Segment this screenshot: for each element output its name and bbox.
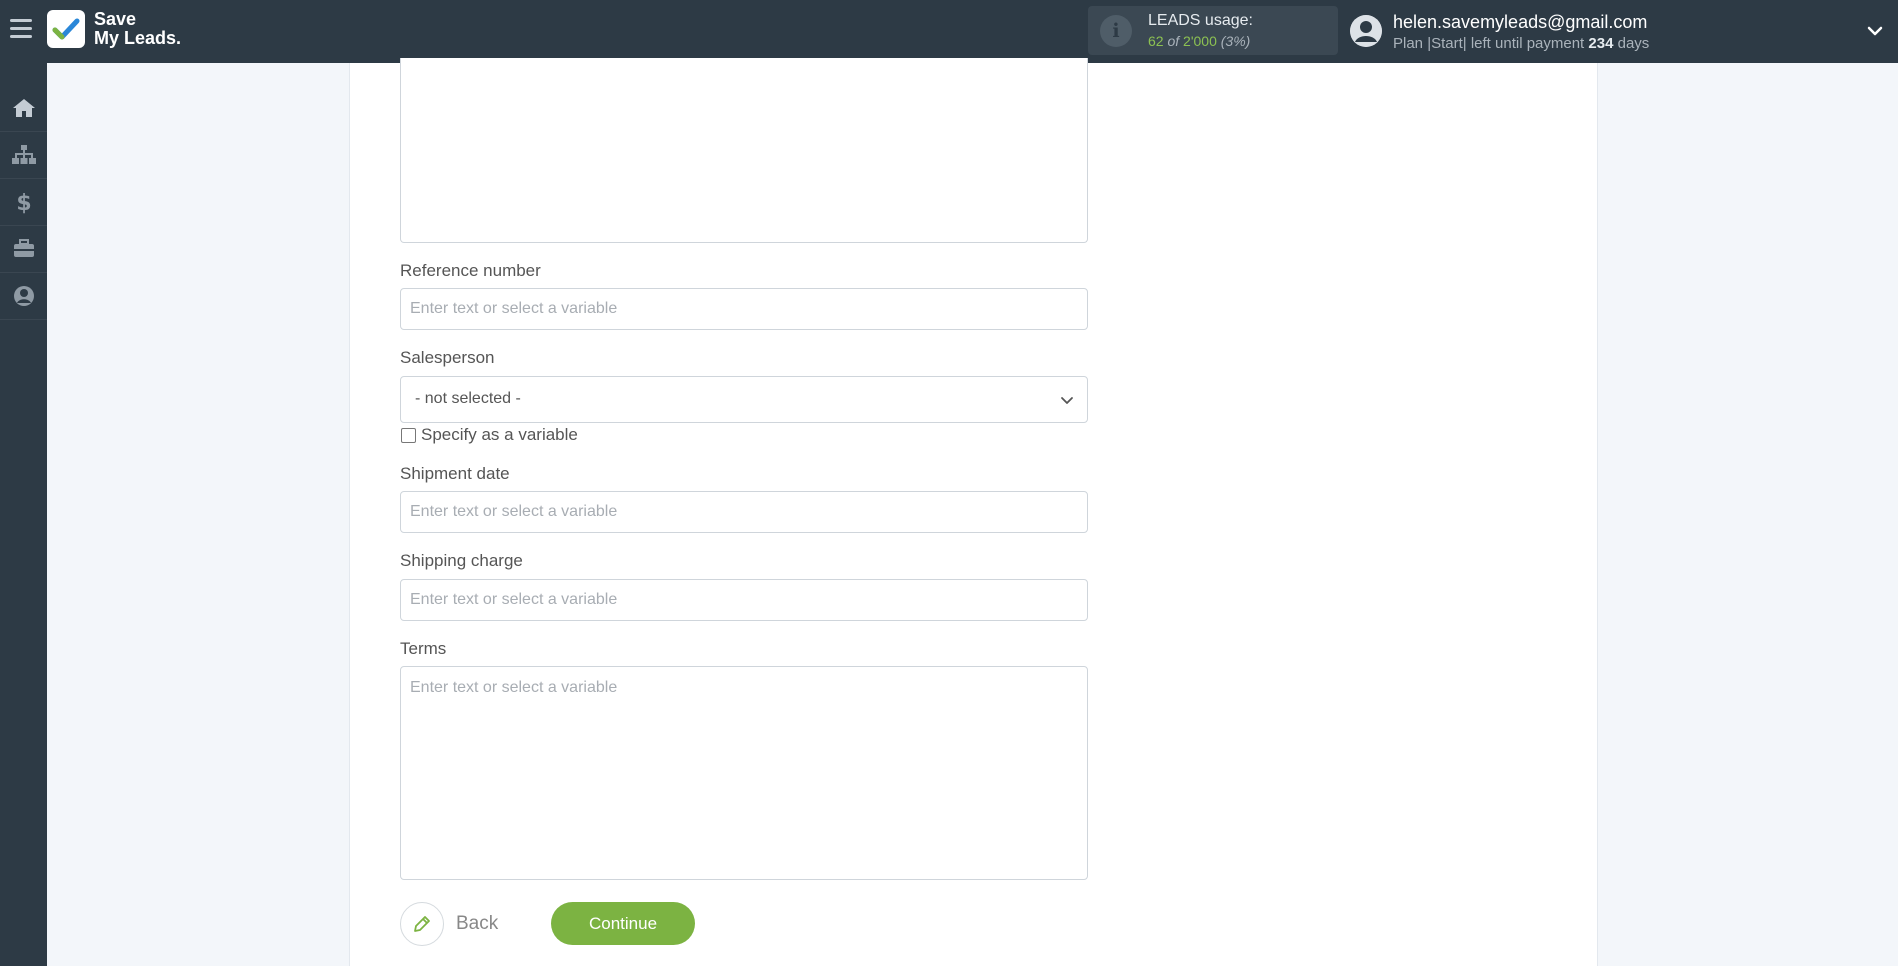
chevron-down-icon [1061,397,1073,404]
user-circle-icon [13,286,34,306]
sidebar-item-account[interactable] [0,273,47,320]
shipping-charge-input[interactable] [400,579,1088,621]
dollar-icon: $ [16,191,31,214]
sidebar-item-home[interactable] [0,85,47,132]
leads-usage-panel: i LEADS usage: 62 of 2'000 (3%) [1088,6,1338,55]
back-label: Back [456,913,499,934]
continue-button[interactable]: Continue [551,902,695,945]
user-plan: Plan |Start| left until payment 234 days [1393,35,1649,52]
usage-title: LEADS usage: [1148,12,1253,29]
sitemap-icon [11,145,36,164]
sidebar-item-tools[interactable] [0,226,47,273]
menu-icon[interactable] [10,19,32,41]
logo-text: Save My Leads. [94,10,181,48]
reference-number-input[interactable] [400,288,1088,330]
usage-of: of [1167,33,1180,49]
usage-percent: (3%) [1220,33,1251,49]
shipping-charge-label: Shipping charge [400,551,523,570]
terms-textarea[interactable] [400,666,1088,880]
briefcase-icon [13,239,34,257]
sidebar: $ [0,63,47,966]
shipment-date-input[interactable] [400,491,1088,533]
usage-limit: 2'000 [1183,33,1217,49]
specify-variable-label[interactable]: Specify as a variable [421,425,578,445]
sidebar-item-connections[interactable] [0,132,47,179]
salesperson-value: - not selected - [415,390,521,407]
pencil-icon [400,902,444,946]
home-icon [12,99,35,117]
user-email: helen.savemyleads@gmail.com [1393,12,1648,32]
logo-line-1: Save [94,9,137,29]
specify-variable-row: Specify as a variable [401,425,578,445]
reference-number-label: Reference number [400,261,541,280]
plan-days: 234 [1588,35,1614,52]
back-button[interactable]: Back [400,902,498,946]
shipment-date-label: Shipment date [400,464,510,483]
plan-days-suffix: days [1617,35,1650,52]
svg-text:$: $ [16,191,31,214]
logo-line-2: My Leads. [94,28,182,48]
usage-count: 62 of 2'000 (3%) [1148,33,1250,49]
plan-text: Plan |Start| left until payment [1393,35,1585,52]
specify-variable-checkbox[interactable] [401,427,416,443]
sidebar-item-billing[interactable]: $ [0,179,47,226]
terms-label: Terms [400,639,447,658]
info-icon: i [1100,15,1132,47]
avatar[interactable] [1350,15,1382,47]
salesperson-label: Salesperson [400,348,495,367]
top-bar: Save My Leads. i LEADS usage: 62 of 2'00… [0,0,1898,63]
logo-check-icon [47,10,85,48]
salesperson-select[interactable]: - not selected - [400,376,1088,423]
logo[interactable]: Save My Leads. [47,10,181,48]
chevron-down-icon[interactable] [1866,22,1884,40]
previous-field-textarea[interactable] [400,58,1088,243]
usage-used: 62 [1148,33,1164,49]
